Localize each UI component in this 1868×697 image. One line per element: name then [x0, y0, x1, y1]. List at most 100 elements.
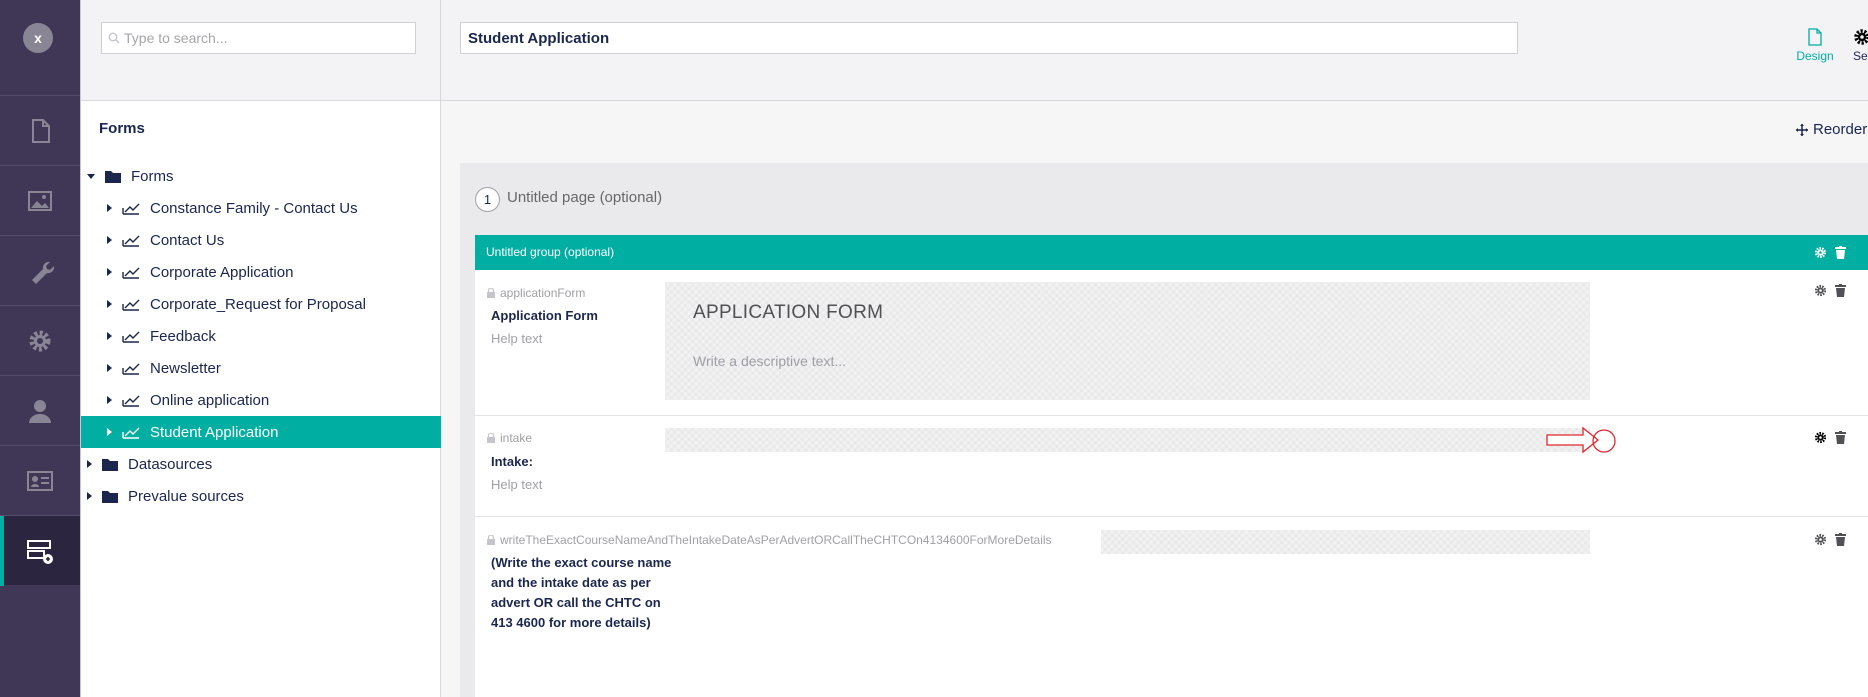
caret-right-icon[interactable] [107, 428, 112, 436]
folder-icon [102, 490, 118, 503]
gear-icon [1854, 29, 1868, 45]
tree-item-label: Online application [150, 391, 270, 409]
search-icon [108, 32, 120, 44]
field-label: (Write the exact course name and the int… [491, 555, 672, 630]
document-icon [1808, 28, 1822, 46]
tree-item[interactable]: Contact Us [107, 224, 441, 256]
section-members[interactable] [0, 445, 80, 515]
caret-right-icon[interactable] [107, 236, 112, 244]
caret-right-icon[interactable] [107, 364, 112, 372]
settings-tab[interactable]: Settings [1853, 28, 1868, 63]
search-box[interactable] [101, 22, 416, 54]
reorder-button[interactable]: Reorder [1796, 121, 1867, 138]
tree-item[interactable]: Feedback [107, 320, 441, 352]
lock-icon [487, 288, 495, 298]
tree-root-prevalue-sources[interactable]: Prevalue sources [87, 480, 244, 512]
tree-root-datasources[interactable]: Datasources [87, 448, 212, 480]
lock-icon [487, 433, 495, 443]
tree-panel: Forms Forms Constance Family - Contact U… [80, 0, 441, 697]
caret-right-icon[interactable] [107, 300, 112, 308]
tree-item[interactable]: Newsletter [107, 352, 441, 384]
field-preview [665, 428, 1590, 452]
tree-root-forms[interactable]: Forms [87, 160, 174, 192]
section-content[interactable] [0, 95, 80, 165]
caret-right-icon[interactable] [107, 204, 112, 212]
form-canvas: 1 Untitled page (optional) Untitled grou… [460, 163, 1868, 697]
tree-item-label: Corporate Application [150, 263, 294, 281]
caret-right-icon[interactable] [107, 268, 112, 276]
tree-item[interactable]: Constance Family - Contact Us [107, 192, 441, 224]
page-number: 1 [475, 187, 500, 212]
form-icon [122, 425, 140, 439]
group-title[interactable]: Untitled group (optional) [486, 245, 614, 259]
trash-icon[interactable] [1835, 533, 1846, 546]
form-name-input[interactable] [460, 22, 1518, 54]
tree-header [81, 0, 440, 101]
lock-icon [487, 535, 495, 545]
tree-item-selected[interactable]: Student Application [81, 416, 441, 448]
field-help-text: Help text [491, 477, 543, 492]
move-icon [1796, 123, 1808, 136]
form-icon [122, 201, 140, 215]
form-icon [122, 233, 140, 247]
form-icon [122, 297, 140, 311]
caret-right-icon[interactable] [107, 396, 112, 404]
tree-item[interactable]: Online application [107, 384, 441, 416]
tree-title: Forms [99, 120, 145, 137]
page-title[interactable]: Untitled page (optional) [507, 189, 662, 206]
caret-right-icon[interactable] [87, 492, 92, 500]
section-media[interactable] [0, 165, 80, 235]
field-alias-text: applicationForm [500, 286, 586, 300]
tree-item[interactable]: Corporate_Request for Proposal [107, 288, 441, 320]
search-input[interactable] [124, 30, 404, 46]
text-preview: APPLICATION FORM Write a descriptive tex… [665, 282, 1590, 400]
section-settings[interactable] [0, 235, 80, 305]
caret-right-icon[interactable] [107, 332, 112, 340]
caret-down-icon[interactable] [87, 173, 95, 179]
tree-item-label: Constance Family - Contact Us [150, 199, 358, 217]
tree-item-label: Prevalue sources [128, 487, 244, 505]
section-developer[interactable] [0, 305, 80, 375]
tree-item[interactable]: Corporate Application [107, 256, 441, 288]
gear-icon [29, 330, 51, 351]
content-icon [32, 118, 50, 143]
field-intake[interactable]: intake Intake: Help text [475, 416, 1868, 517]
form-designer: Reorder 1 Untitled page (optional) Untit… [441, 101, 1868, 697]
trash-icon[interactable] [1835, 431, 1846, 444]
folder-icon [102, 458, 118, 471]
form-icon [122, 361, 140, 375]
close-button[interactable]: x [23, 23, 53, 53]
gear-icon[interactable] [1814, 246, 1827, 259]
gear-icon[interactable] [1814, 284, 1827, 297]
tree-item-label: Contact Us [150, 231, 225, 249]
field-course-details[interactable]: writeTheExactCourseNameAndTheIntakeDateA… [475, 517, 1868, 697]
design-tab[interactable]: Design [1793, 28, 1837, 63]
group-header: Untitled group (optional) [475, 235, 1868, 270]
trash-icon[interactable] [1835, 284, 1846, 297]
design-tab-label: Design [1796, 49, 1834, 63]
gear-icon[interactable] [1814, 431, 1827, 444]
tree-item-label: Newsletter [150, 359, 221, 377]
field-alias-text: writeTheExactCourseNameAndTheIntakeDateA… [500, 533, 1052, 547]
member-card-icon [27, 470, 53, 491]
media-icon [28, 190, 52, 211]
field-alias: applicationForm [487, 286, 585, 300]
field-alias: intake [487, 431, 532, 445]
field-help-text: Help text [491, 331, 543, 346]
field-label: Intake: [491, 454, 533, 469]
preview-heading: APPLICATION FORM [693, 302, 884, 323]
tree-item-label: Student Application [150, 423, 279, 441]
settings-tab-label: Settings [1853, 49, 1868, 63]
caret-right-icon[interactable] [87, 460, 92, 468]
section-rail: x [0, 0, 80, 697]
gear-icon[interactable] [1814, 533, 1827, 546]
section-users[interactable] [0, 375, 80, 445]
tree-item-label: Corporate_Request for Proposal [150, 295, 366, 313]
user-icon [29, 399, 51, 423]
section-forms[interactable] [0, 515, 80, 586]
field-alias: writeTheExactCourseNameAndTheIntakeDateA… [487, 533, 1052, 547]
field-application-form[interactable]: applicationForm Application Form Help te… [475, 270, 1868, 416]
editor-header: Design Settings [441, 0, 1868, 101]
folder-icon [105, 170, 121, 183]
trash-icon[interactable] [1835, 246, 1846, 259]
